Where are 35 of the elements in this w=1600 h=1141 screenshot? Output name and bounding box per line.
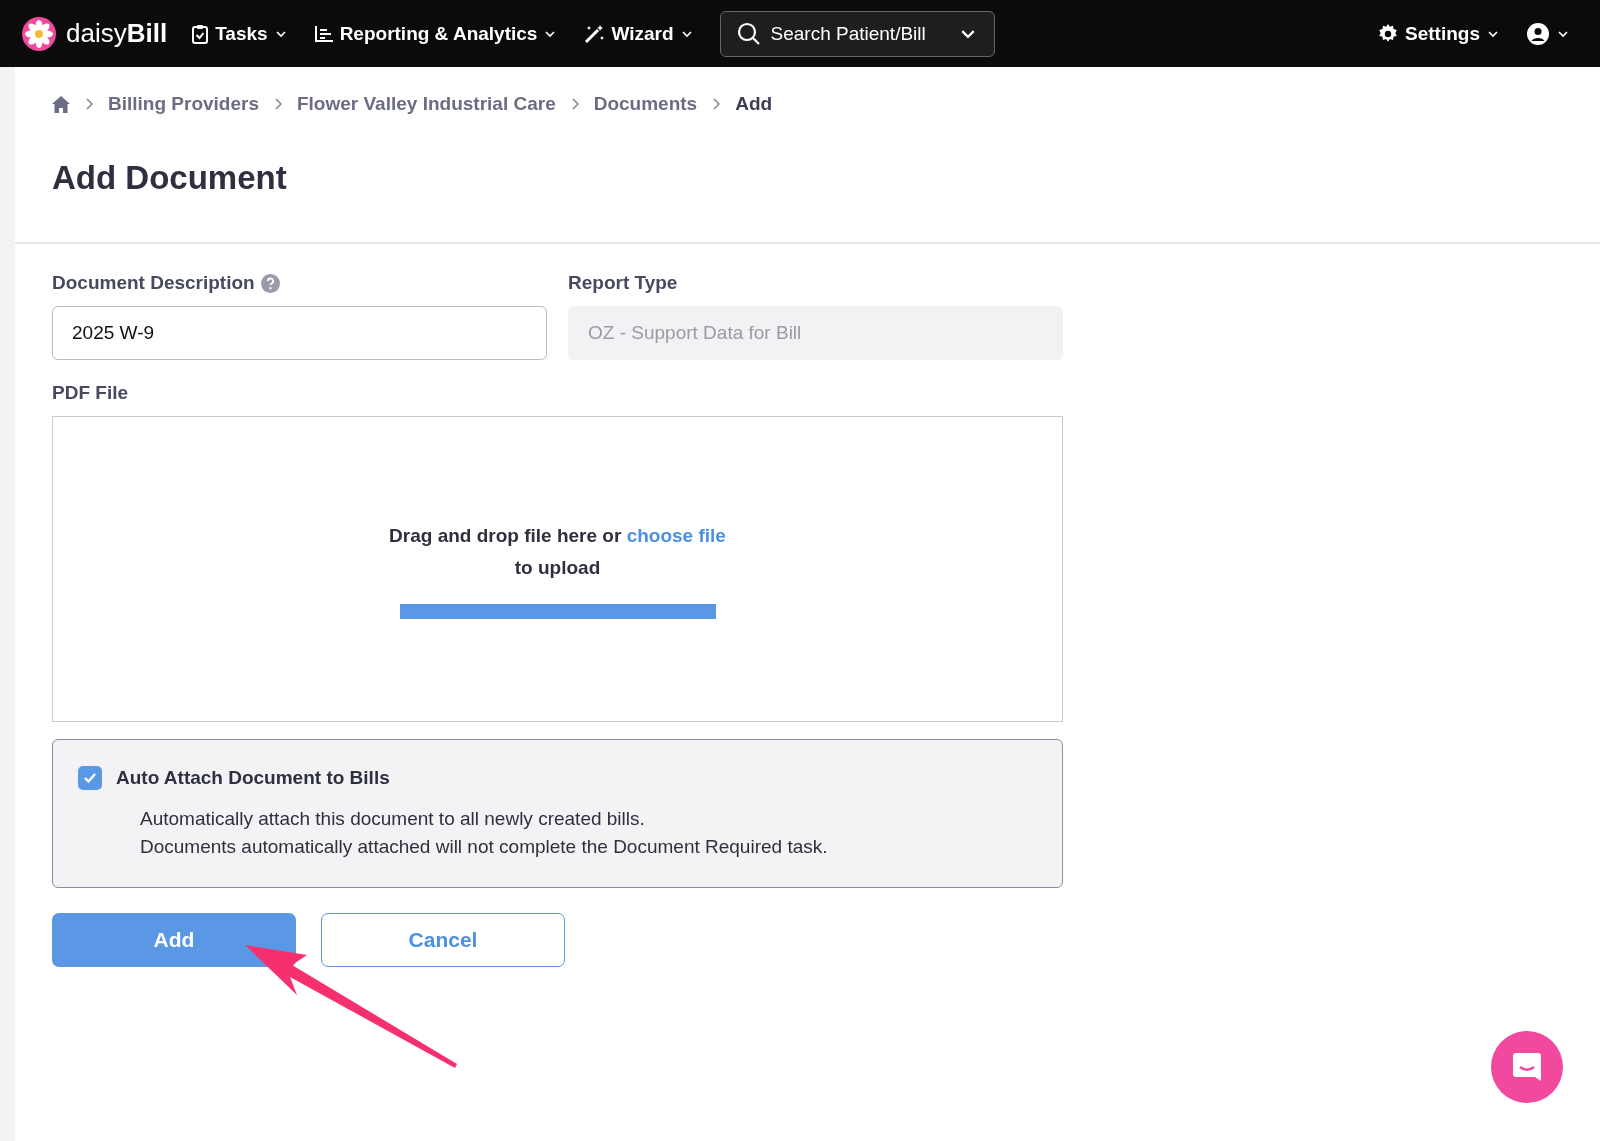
- chart-icon: [313, 24, 334, 43]
- chevron-right-icon: [711, 97, 722, 111]
- nav-menu-item[interactable]: Wizard: [583, 22, 694, 45]
- clipboard-icon: [191, 23, 210, 44]
- help-icon[interactable]: [260, 273, 280, 293]
- settings-menu[interactable]: Settings: [1377, 22, 1500, 45]
- drop-instructions: Drag and drop file here or choose file to upload: [389, 523, 726, 580]
- flower-logo-icon: [22, 16, 56, 51]
- magic-wand-icon: [583, 23, 606, 44]
- breadcrumb-link[interactable]: Billing Providers: [108, 93, 259, 115]
- nav-menu-item[interactable]: Tasks: [191, 22, 288, 45]
- breadcrumb-link[interactable]: Flower Valley Industrial Care: [297, 93, 556, 115]
- file-drop-zone[interactable]: Drag and drop file here or choose file to upload: [52, 416, 1063, 722]
- checkbox-label: Auto Attach Document to Bills: [116, 767, 390, 789]
- text-field[interactable]: 2025 W-9: [52, 306, 547, 360]
- field-label: Document Description: [52, 272, 255, 294]
- checkbox[interactable]: [78, 766, 102, 790]
- account-menu[interactable]: [1526, 21, 1570, 46]
- checkmark-icon: [83, 772, 97, 784]
- field-label: PDF File: [52, 382, 128, 404]
- chat-icon: [1510, 1050, 1544, 1084]
- brand-name: daisyBill: [66, 18, 168, 49]
- chevron-right-icon: [84, 97, 94, 111]
- home-icon[interactable]: [52, 95, 70, 113]
- auto-attach-description: Automatically attach this document to all newly created bills. Documents automatically attached will not complete the Document Required task.: [140, 807, 829, 859]
- chevron-right-icon: [569, 97, 580, 111]
- breadcrumb-current: Add: [735, 93, 773, 115]
- user-avatar-icon: [1526, 21, 1550, 46]
- chevron-right-icon: [273, 97, 283, 111]
- search-field[interactable]: Search Patient/Bill: [719, 10, 995, 57]
- search-icon: [736, 21, 761, 46]
- field-label: Report Type: [568, 272, 678, 294]
- page-title: Add Document: [52, 159, 288, 197]
- nav-menu-item[interactable]: Reporting & Analytics: [313, 22, 558, 45]
- breadcrumb-link[interactable]: Documents: [593, 93, 698, 115]
